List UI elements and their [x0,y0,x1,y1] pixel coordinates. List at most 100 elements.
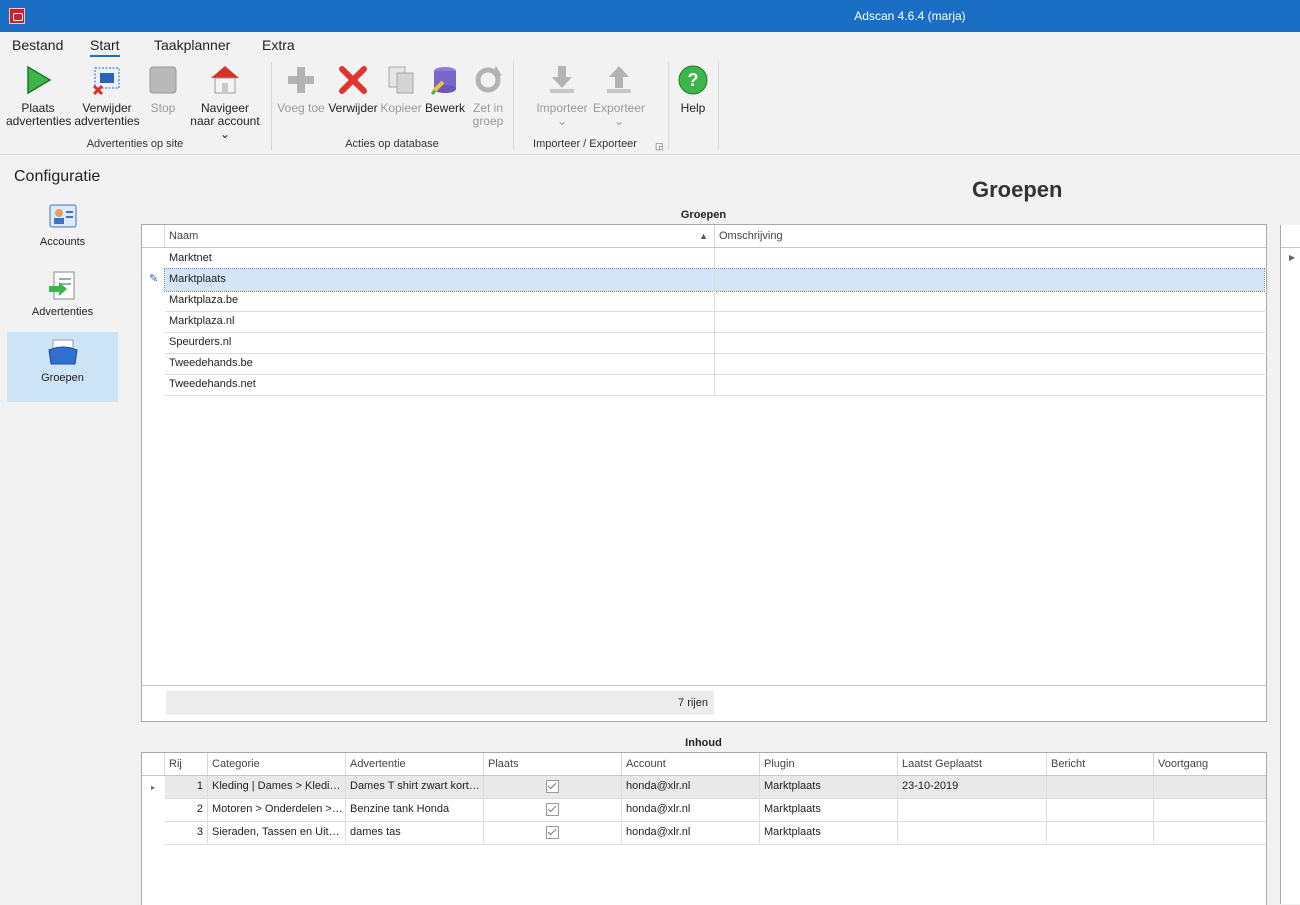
cell-account: honda@xlr.nl [622,799,760,820]
cell-omschrijving [715,311,1265,332]
table-row[interactable]: 3 Sieraden, Tassen en Uite… dames tas ho… [165,822,1266,845]
plaats-checkbox[interactable] [546,802,559,816]
groepen-icon [47,336,79,368]
cell-rij: 2 [165,799,208,820]
help-button[interactable]: ? Help [674,64,712,115]
column-header-laatst-geplaatst[interactable]: Laatst Geplaatst [898,753,1047,775]
refresh-icon [472,64,504,96]
sidebar-item-advertenties[interactable]: Advertenties [7,266,118,336]
table-row[interactable]: Marktplaza.be [165,290,1265,312]
verwijder-advertenties-button[interactable]: Verwijder advertenties [74,64,140,128]
cell-laatst-geplaatst [898,822,1047,843]
cell-naam: Tweedehands.net [165,374,715,395]
column-header-plaats[interactable]: Plaats [484,753,622,775]
column-header-advertentie[interactable]: Advertentie [346,753,484,775]
exporteer-button[interactable]: Exporteer ⌄ [592,64,646,128]
voeg-toe-button[interactable]: Voeg toe [276,64,326,115]
window-title: Adscan 4.6.4 (marja) [854,9,966,23]
voeg-toe-label: Voeg toe [277,101,325,115]
verwijder-label: Verwijder [328,101,378,115]
column-header-bericht[interactable]: Bericht [1047,753,1154,775]
table-row[interactable]: 2 Motoren > Onderdelen >… Benzine tank H… [165,799,1266,822]
cell-rij: 1 [165,776,208,797]
group-label-site: Advertenties op site [86,138,184,150]
sidebar-item-groepen[interactable]: Groepen [7,332,118,402]
tab-taakplanner[interactable]: Taakplanner [154,37,230,53]
sidebar-title: Configuratie [14,168,101,185]
current-row-indicator-icon: ▸ [151,783,156,792]
table-row[interactable]: Tweedehands.be [165,353,1265,375]
help-icon: ? [677,64,709,96]
cell-rij: 3 [165,822,208,843]
stop-button[interactable]: Stop [144,64,182,115]
cell-laatst-geplaatst [898,799,1047,820]
table-row[interactable]: Tweedehands.net [165,374,1265,396]
sidebar-item-accounts[interactable]: Accounts [7,196,118,266]
side-panel-collapsed[interactable]: ▶ [1280,225,1300,904]
bewerk-button[interactable]: Bewerk [424,64,466,115]
table-row[interactable]: 1 Kleding | Dames > Kledin… Dames T shir… [165,776,1266,799]
table-row[interactable]: Marktplaza.nl [165,311,1265,333]
chevron-down-icon: ⌄ [613,114,625,128]
table-row[interactable]: Speurders.nl [165,332,1265,354]
cell-account: honda@xlr.nl [622,776,760,797]
ribbon-separator [271,62,272,150]
plaats-checkbox[interactable] [546,825,559,839]
database-edit-icon [429,64,461,96]
cell-voortgang [1154,822,1266,843]
column-header-rij[interactable]: Rij [165,753,208,775]
cell-plaats [484,822,622,843]
tab-bestand[interactable]: Bestand [12,37,63,53]
remove-ads-icon [91,64,123,96]
cell-omschrijving [715,248,1265,269]
zet-in-groep-button[interactable]: Zet in groep [468,64,508,128]
plus-icon [285,64,317,96]
verwijder-button[interactable]: Verwijder [328,64,378,115]
cell-plaats [484,799,622,820]
group-label-database: Acties op database [345,138,439,150]
verwijder-adv-label-2: advertenties [74,114,140,128]
column-header-plugin[interactable]: Plugin [760,753,898,775]
column-header-omschrijving[interactable]: Omschrijving [715,225,1266,247]
row-indicator-header [142,753,165,775]
cell-naam: Marktplaats [165,269,715,290]
cell-plaats [484,776,622,797]
cell-categorie: Sieraden, Tassen en Uite… [208,822,346,843]
ribbon: Plaats advertenties Verwijder advertenti… [0,58,1300,155]
column-header-account[interactable]: Account [622,753,760,775]
row-count-footer: 7 rijen [166,691,714,715]
stop-icon [147,64,179,96]
import-icon [546,64,578,96]
column-header-categorie[interactable]: Categorie [208,753,346,775]
table-row[interactable]: Marktnet [165,248,1265,270]
expand-arrow-icon[interactable]: ▶ [1289,253,1295,262]
navigeer-naar-account-button[interactable]: Navigeer naar account ⌄ [186,64,264,141]
plaats-advertenties-button[interactable]: Plaats advertenties [6,64,72,128]
plaats-checkbox[interactable] [546,779,559,793]
table-row[interactable]: Marktplaats [164,268,1265,292]
accounts-icon [47,200,79,232]
groepen-grid: Naam ▲ Omschrijving Marktnet ✎ Marktplaa… [141,224,1267,722]
cell-omschrijving [715,332,1265,353]
edit-pencil-icon: ✎ [149,273,159,285]
cell-naam: Speurders.nl [165,332,715,353]
inhoud-grid-caption: Inhoud [685,737,722,749]
kopieer-button[interactable]: Kopieer [380,64,422,115]
sort-ascending-icon: ▲ [699,231,708,241]
importeer-button[interactable]: Importeer ⌄ [534,64,590,128]
cell-categorie: Kleding | Dames > Kledin… [208,776,346,797]
dialog-launcher-icon[interactable]: ◲ [655,141,664,152]
play-icon [22,64,54,96]
menu-bar: Bestand Start Taakplanner Extra [0,32,1300,58]
tab-extra[interactable]: Extra [262,37,295,53]
bewerk-label: Bewerk [424,101,465,115]
column-header-naam[interactable]: Naam ▲ [165,225,715,247]
plaats-label-2: advertenties [6,114,72,128]
export-icon [603,64,635,96]
column-header-voortgang[interactable]: Voortgang [1154,753,1266,775]
tab-start[interactable]: Start [90,37,120,57]
sidebar-item-label: Groepen [41,372,84,384]
copy-icon [385,64,417,96]
home-icon [209,64,241,96]
title-bar: Adscan 4.6.4 (marja) [0,0,1300,32]
